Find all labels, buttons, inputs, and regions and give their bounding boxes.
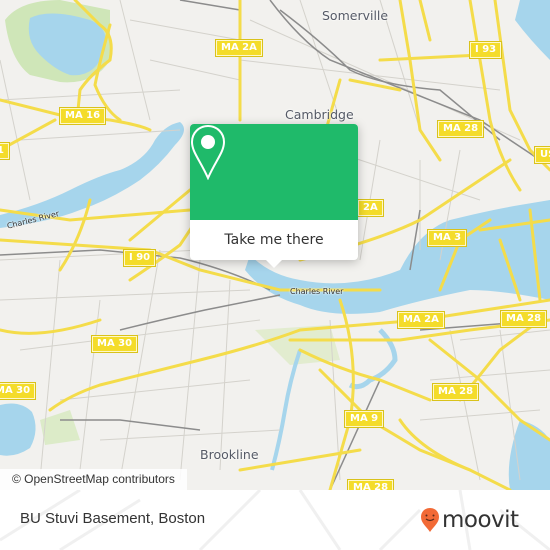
road-shield: MA 3 [428, 230, 467, 246]
moovit-logo[interactable]: moovit [420, 504, 519, 536]
road-shield: MA 28 [438, 121, 484, 137]
popup-header [190, 124, 358, 220]
moovit-pin-icon [421, 508, 439, 532]
map-attribution[interactable]: © OpenStreetMap contributors [0, 469, 187, 490]
place-label-somerville: Somerville [322, 8, 389, 23]
popup-pointer [266, 260, 282, 268]
map-view[interactable]: Somerville Cambridge Brookline Charles R… [0, 0, 550, 490]
road-shield: MA 30 [0, 383, 36, 399]
location-pin-icon [190, 124, 226, 180]
moovit-wordmark: moovit [442, 507, 519, 533]
road-shield: MA 28 [348, 480, 394, 490]
road-shield: MA 2A [216, 40, 262, 56]
location-title: BU Stuvi Basement, Boston [20, 510, 206, 527]
pond-water [0, 403, 36, 456]
place-label-brookline: Brookline [200, 447, 259, 462]
road-shield: MA 16 [60, 108, 106, 124]
road-shield: MA 28 [433, 384, 479, 400]
road-shield: I 90 [124, 250, 156, 266]
road-shield: MA 2A [398, 312, 444, 328]
location-popup[interactable]: Take me there [190, 124, 358, 268]
footer-bar: BU Stuvi Basement, Boston moovit [0, 490, 550, 550]
road-shield: I 93 [470, 42, 502, 58]
take-me-there-button[interactable]: Take me there [190, 220, 358, 260]
road-shield: 2A [358, 200, 383, 216]
place-label-cambridge: Cambridge [285, 107, 354, 122]
road-shield: 1 [0, 143, 9, 159]
road-shield: MA 30 [92, 336, 138, 352]
road-shield: MA 9 [345, 411, 384, 427]
harbor-water [515, 0, 550, 60]
water-label-charles-river: Charles River [290, 287, 344, 296]
road-shield: MA 28 [501, 311, 547, 327]
muddy-river [270, 349, 302, 471]
road-shield: US [535, 147, 550, 163]
harbor-water [508, 420, 550, 490]
